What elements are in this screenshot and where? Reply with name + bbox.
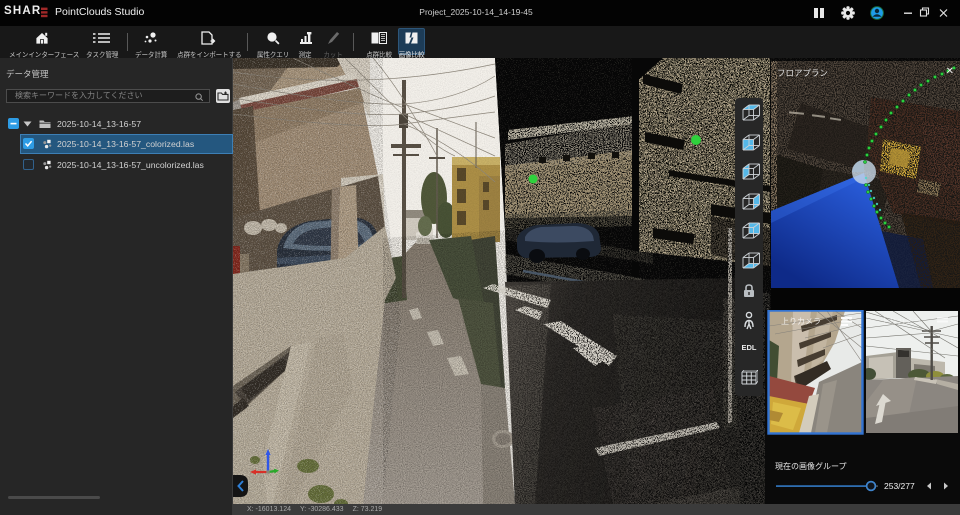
- svg-text:上りカメラ: 上りカメラ: [881, 317, 921, 326]
- svg-text:上りカメラ: 上りカメラ: [781, 317, 821, 326]
